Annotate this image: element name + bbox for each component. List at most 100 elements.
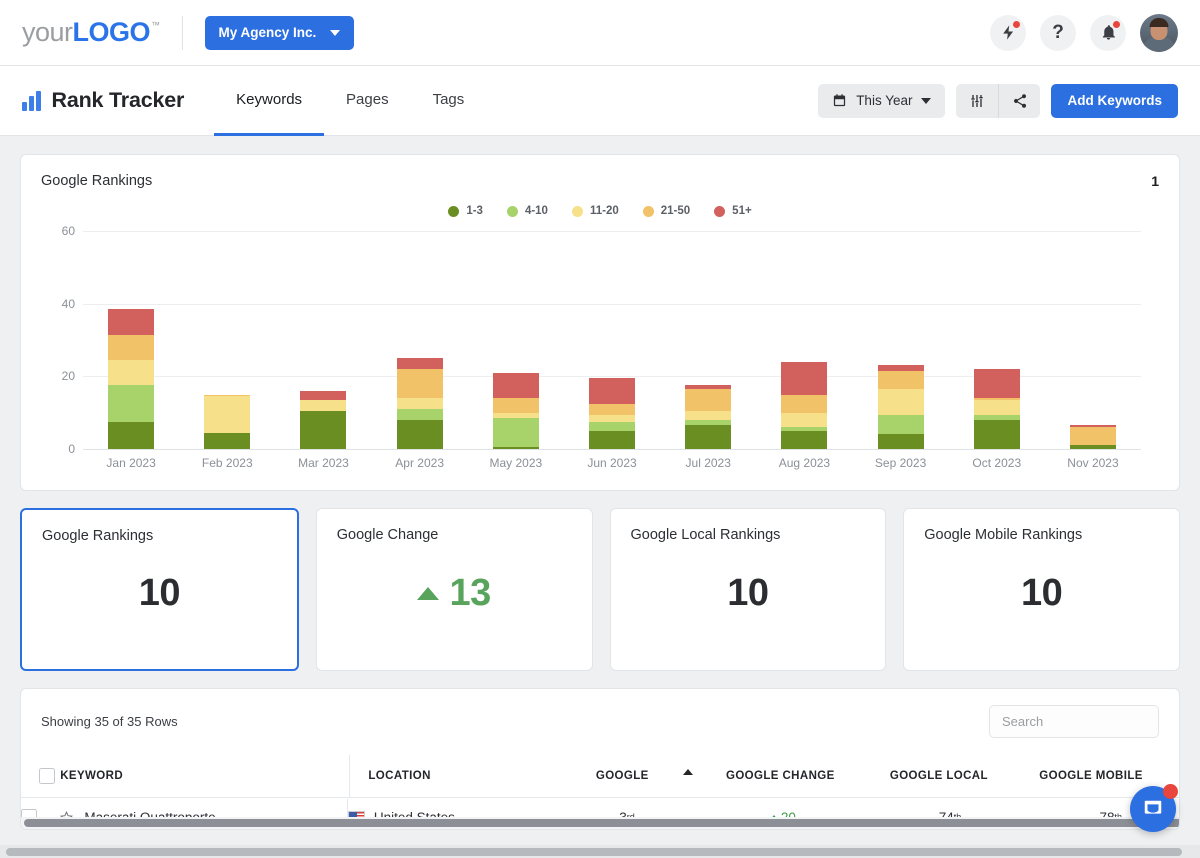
legend-item-11-20[interactable]: 11-20 [572, 205, 619, 217]
legend-item-1-3[interactable]: 1-3 [448, 205, 483, 217]
filter-button[interactable] [956, 84, 998, 118]
google-rankings-chart-card: Google Rankings 1 1-3 4-10 11-20 21-50 51+ 6… [20, 154, 1180, 491]
bar-segment-21-50 [781, 395, 827, 413]
top-bar: yourLOGO™ My Agency Inc. ? [0, 0, 1200, 66]
tab-pages[interactable]: Pages [324, 66, 411, 136]
bar-column-apr-2023[interactable] [372, 231, 468, 449]
calendar-icon [832, 93, 847, 108]
bar-column-may-2023[interactable] [468, 231, 564, 449]
stacked-bar [108, 309, 154, 449]
bar-column-jan-2023[interactable] [83, 231, 179, 449]
legend-color-dot [507, 206, 518, 217]
kpi-value: 10 [611, 571, 886, 614]
page-horizontal-scrollbar[interactable] [0, 845, 1200, 858]
column-header-google[interactable]: GOOGLE [596, 755, 726, 797]
search-input[interactable] [989, 705, 1159, 738]
bar-column-oct-2023[interactable] [949, 231, 1045, 449]
column-header-google-change[interactable]: GOOGLE CHANGE [726, 755, 890, 797]
bar-segment-11-20 [685, 411, 731, 420]
tool-icon-group [956, 84, 1040, 118]
tab-keywords[interactable]: Keywords [214, 66, 324, 136]
notifications-button[interactable] [1090, 15, 1126, 51]
stacked-bar [1070, 425, 1116, 449]
chart-x-axis-labels: Jan 2023Feb 2023Mar 2023Apr 2023May 2023… [83, 456, 1141, 470]
logo-text-logo: LOGO [73, 17, 151, 48]
kpi-value: 10 [22, 571, 297, 614]
chart-header: Google Rankings 1 [41, 173, 1159, 189]
tab-tags[interactable]: Tags [411, 66, 487, 136]
kpi-card-google-change[interactable]: Google Change13 [316, 508, 593, 671]
kpi-card-google-local-rankings[interactable]: Google Local Rankings10 [610, 508, 887, 671]
logo: yourLOGO™ [22, 17, 160, 48]
x-axis-label: Apr 2023 [372, 456, 468, 470]
kpi-card-google-rankings[interactable]: Google Rankings 10 [20, 508, 299, 671]
kpi-card-google-mobile-rankings[interactable]: Google Mobile Rankings10 [903, 508, 1180, 671]
add-keywords-button[interactable]: Add Keywords [1051, 84, 1178, 118]
avatar[interactable] [1140, 14, 1178, 52]
kpi-label: Google Mobile Rankings [924, 527, 1159, 543]
legend-item-4-10[interactable]: 4-10 [507, 205, 548, 217]
nav-actions: This Year Add Keywords [818, 84, 1178, 118]
column-header-keyword[interactable]: KEYWORD [60, 755, 349, 797]
agency-selector-button[interactable]: My Agency Inc. [205, 16, 355, 50]
table-scrollbar-thumb[interactable] [24, 819, 1180, 827]
x-axis-label: Jul 2023 [660, 456, 756, 470]
bar-segment-51+ [974, 369, 1020, 398]
nav-tabs: Keywords Pages Tags [214, 66, 486, 135]
legend-label: 1-3 [466, 205, 483, 217]
question-mark-icon: ? [1052, 23, 1064, 42]
bar-segment-1-3 [1070, 445, 1116, 449]
select-all-checkbox[interactable] [39, 768, 55, 784]
legend-label: 11-20 [590, 205, 619, 217]
column-header-google-label: GOOGLE [596, 770, 649, 782]
bar-column-mar-2023[interactable] [275, 231, 371, 449]
bar-column-feb-2023[interactable] [179, 231, 275, 449]
bar-segment-21-50 [397, 369, 443, 398]
bar-segment-1-3 [493, 447, 539, 449]
bar-segment-51+ [589, 378, 635, 403]
legend-item-21-50[interactable]: 21-50 [643, 205, 690, 217]
legend-label: 4-10 [525, 205, 548, 217]
chat-icon [1142, 798, 1164, 820]
legend-item-51+[interactable]: 51+ [714, 205, 752, 217]
y-axis-tick-60: 60 [41, 224, 75, 238]
chart-bars [83, 231, 1141, 449]
bolt-notification-dot [1012, 20, 1021, 29]
bar-segment-11-20 [300, 400, 346, 411]
bar-column-nov-2023[interactable] [1045, 231, 1141, 449]
date-range-selector[interactable]: This Year [818, 84, 945, 118]
sliders-icon [969, 93, 985, 109]
share-button[interactable] [998, 84, 1040, 118]
stacked-bar [589, 378, 635, 449]
kpi-label: Google Rankings [42, 528, 277, 544]
table-header-row: KEYWORD LOCATION GOOGLE GOOGLE CHANGE GO… [21, 755, 1179, 798]
bar-column-sep-2023[interactable] [853, 231, 949, 449]
intercom-chat-button[interactable] [1130, 786, 1176, 832]
bar-segment-11-20 [974, 400, 1020, 415]
bar-segment-21-50 [493, 398, 539, 413]
x-axis-label: Jan 2023 [83, 456, 179, 470]
share-icon [1012, 93, 1028, 109]
column-header-location[interactable]: LOCATION [349, 755, 595, 797]
chevron-down-icon [921, 98, 931, 104]
stacked-bar [974, 369, 1020, 449]
y-axis-tick-0: 0 [41, 442, 75, 456]
legend-color-dot [448, 206, 459, 217]
bar-column-jul-2023[interactable] [660, 231, 756, 449]
x-axis-label: Nov 2023 [1045, 456, 1141, 470]
stacked-bar [781, 362, 827, 449]
bar-column-aug-2023[interactable] [756, 231, 852, 449]
bar-column-jun-2023[interactable] [564, 231, 660, 449]
column-header-google-local[interactable]: GOOGLE LOCAL [890, 755, 1039, 797]
legend-label: 51+ [732, 205, 752, 217]
agency-selector-label: My Agency Inc. [219, 25, 317, 40]
stacked-bar [300, 391, 346, 449]
bar-segment-4-10 [397, 409, 443, 420]
bolt-button[interactable] [990, 15, 1026, 51]
rows-count-label: Showing 35 of 35 Rows [41, 714, 178, 729]
table-horizontal-scrollbar[interactable] [21, 817, 1179, 829]
divider [182, 16, 183, 50]
bar-segment-11-20 [589, 415, 635, 422]
help-button[interactable]: ? [1040, 15, 1076, 51]
page-scrollbar-thumb[interactable] [6, 848, 1182, 856]
